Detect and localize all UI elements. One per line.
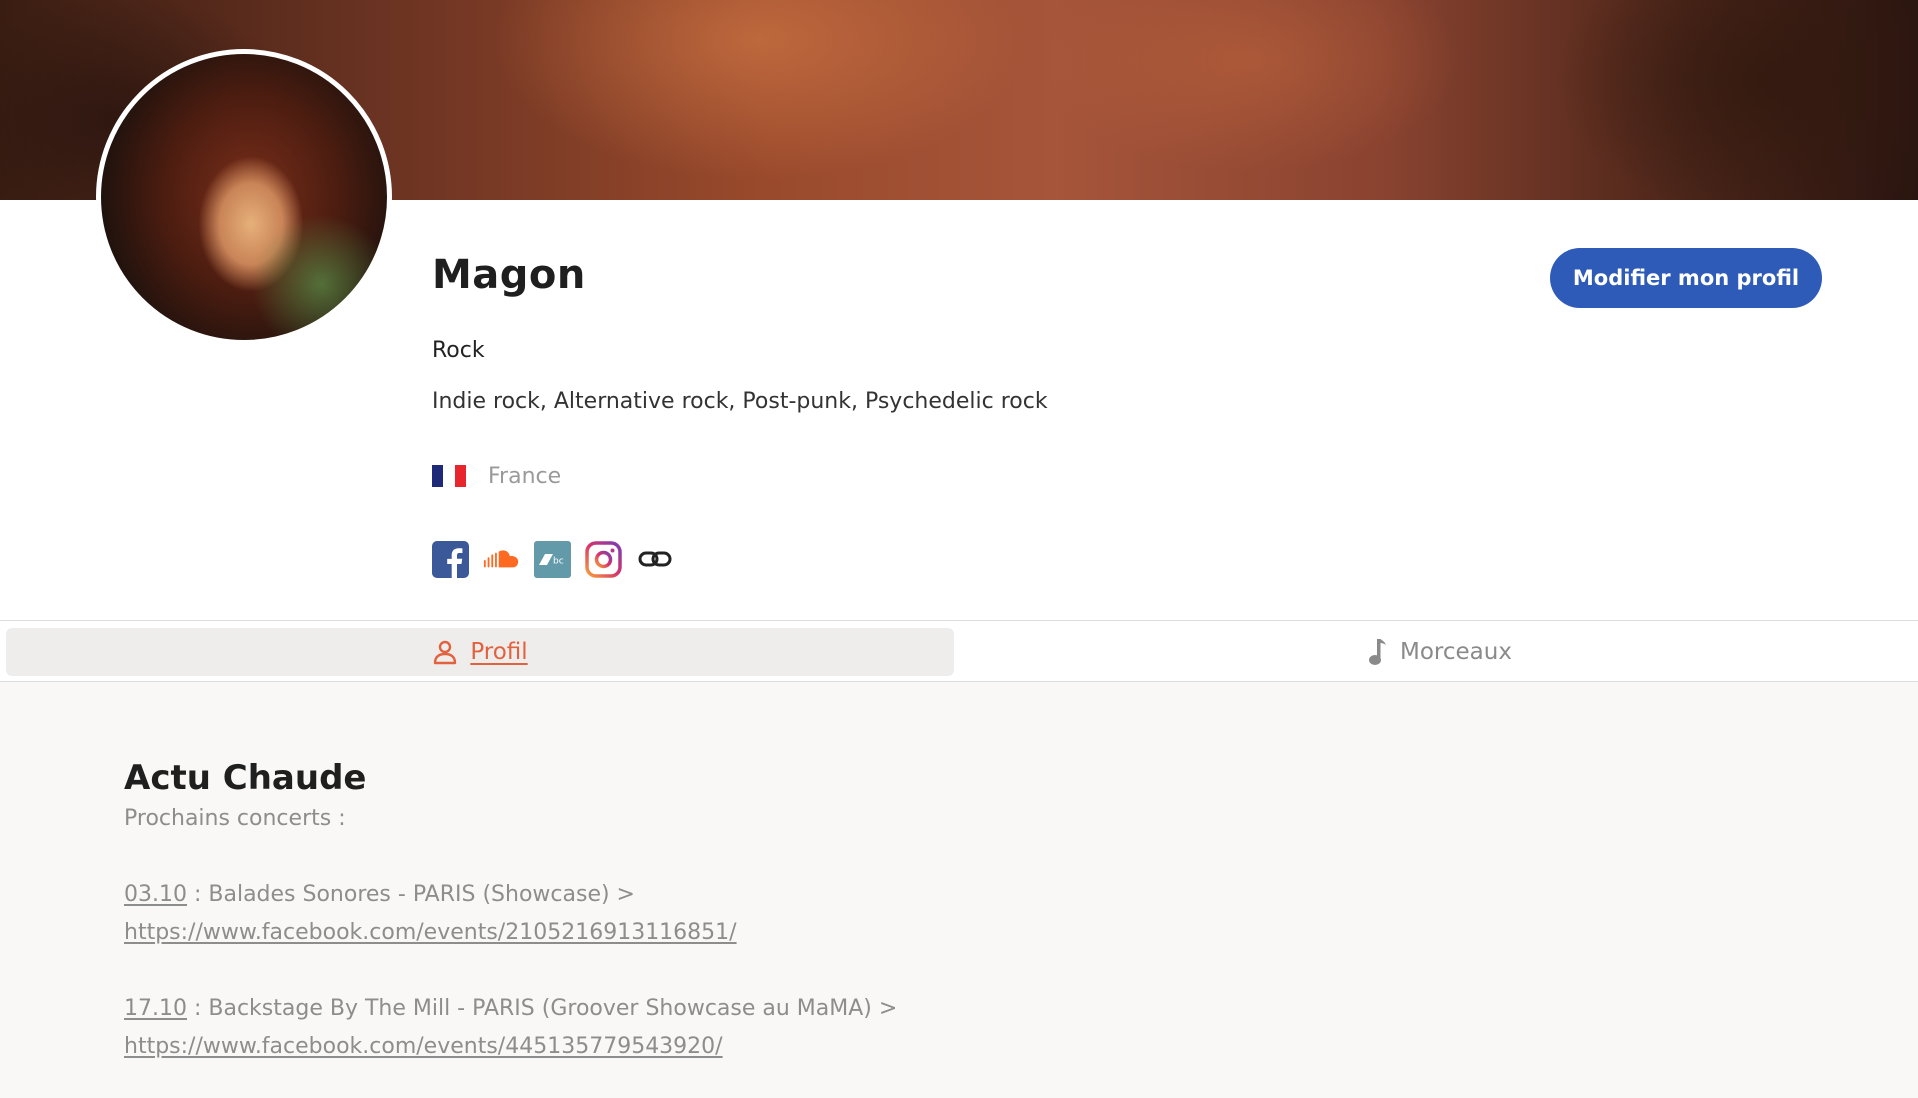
avatar [96, 49, 392, 345]
soundcloud-icon[interactable] [483, 541, 520, 578]
genre: Rock [432, 338, 485, 363]
user-icon [434, 640, 457, 665]
tab-profil-label: Profil [470, 639, 528, 665]
facebook-icon[interactable] [432, 541, 469, 578]
artist-name: Magon [432, 252, 586, 298]
music-note-icon [1369, 639, 1387, 665]
concert-date-link[interactable]: 17.10 [124, 996, 187, 1021]
instagram-icon[interactable] [585, 541, 622, 578]
profile-page: Magon Rock Indie rock, Alternative rock,… [0, 0, 1918, 1098]
profile-content: Actu Chaude Prochains concerts : 03.10 :… [0, 682, 1918, 1098]
flag-icon [432, 465, 466, 487]
svg-text:bc: bc [553, 557, 564, 567]
tab-morceaux[interactable]: Morceaux [960, 628, 1918, 676]
country-row: France [432, 463, 561, 489]
country-name: France [488, 463, 562, 489]
tab-profil[interactable]: Profil [6, 628, 954, 676]
profile-tabs: Profil Morceaux [0, 620, 1918, 682]
link-icon[interactable] [636, 541, 673, 578]
concert-item: 17.10 : Backstage By The Mill - PARIS (G… [124, 990, 897, 1066]
concert-description: : Balades Sonores - PARIS (Showcase) > [186, 882, 635, 907]
section-subtitle: Prochains concerts : [124, 806, 346, 831]
concert-event-link[interactable]: https://www.facebook.com/events/21052169… [124, 920, 737, 945]
social-links: bc [432, 541, 673, 578]
concert-event-link[interactable]: https://www.facebook.com/events/44513577… [124, 1034, 723, 1059]
edit-profile-button[interactable]: Modifier mon profil [1550, 248, 1822, 308]
bandcamp-icon[interactable]: bc [534, 541, 571, 578]
section-title: Actu Chaude [124, 758, 367, 798]
concert-date-link[interactable]: 03.10 [124, 882, 187, 907]
concert-description: : Backstage By The Mill - PARIS (Groover… [186, 996, 898, 1021]
concert-item: 03.10 : Balades Sonores - PARIS (Showcas… [124, 876, 737, 952]
tab-morceaux-label: Morceaux [1400, 639, 1512, 665]
subgenres: Indie rock, Alternative rock, Post-punk,… [432, 389, 1048, 414]
